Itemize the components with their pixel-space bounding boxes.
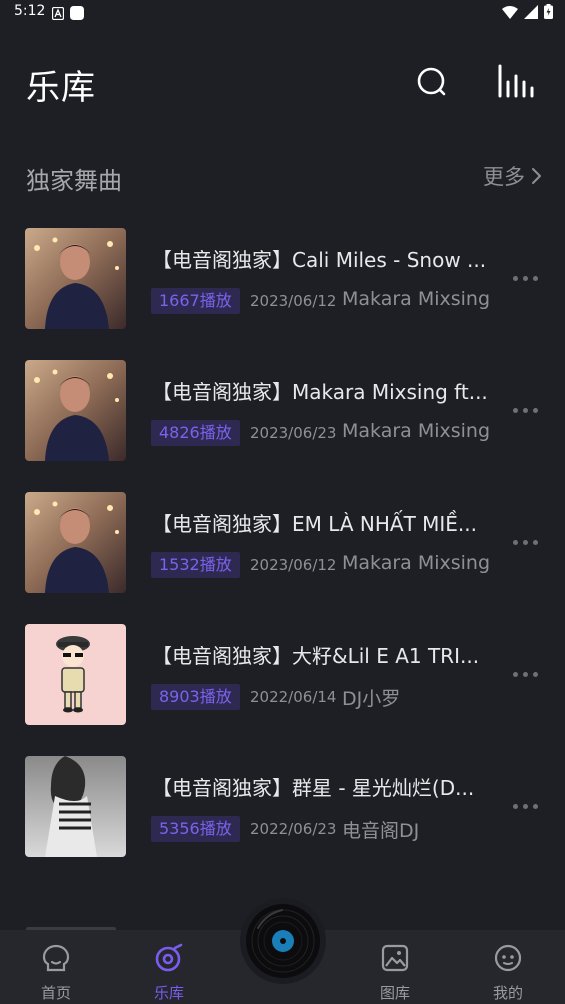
tab-gallery[interactable]: 图库 bbox=[355, 938, 435, 1002]
song-date: 2023/06/12 bbox=[250, 292, 337, 310]
vinyl-disc-icon bbox=[246, 904, 320, 978]
song-title: 【电音阁独家】Cali Miles - Snow ... bbox=[152, 248, 487, 272]
app-notification-icon bbox=[70, 5, 84, 24]
song-cover-image bbox=[25, 492, 126, 593]
dot bbox=[512, 407, 518, 413]
more-options-button[interactable] bbox=[505, 662, 545, 686]
dot bbox=[522, 539, 528, 545]
wifi-icon bbox=[502, 4, 518, 23]
song-cover-image bbox=[25, 360, 126, 461]
song-artist: DJ小罗 bbox=[342, 688, 401, 710]
music-library-icon bbox=[155, 943, 183, 972]
play-count-badge: 5356播放 bbox=[151, 816, 240, 842]
song-artist: 电音阁DJ bbox=[342, 820, 420, 842]
more-options-button[interactable] bbox=[505, 530, 545, 554]
song-date: 2023/06/12 bbox=[250, 556, 337, 574]
song-item[interactable]: 【电音阁独家】群星 - 星光灿烂(D... 5356播放 2022/06/23 … bbox=[0, 756, 565, 860]
song-cover-image bbox=[25, 228, 126, 329]
equalizer-icon bbox=[498, 64, 534, 98]
play-count-badge: 8903播放 bbox=[151, 684, 240, 710]
status-time: 5:12 bbox=[14, 3, 46, 19]
dot bbox=[522, 671, 528, 677]
play-count-badge: 1667播放 bbox=[151, 288, 240, 314]
song-date: 2023/06/23 bbox=[250, 424, 337, 442]
song-item[interactable]: 【电音阁独家】Cali Miles - Snow ... 1667播放 2023… bbox=[0, 228, 565, 332]
song-date: 2022/06/14 bbox=[250, 688, 337, 706]
search-button[interactable] bbox=[412, 62, 452, 102]
dot bbox=[522, 803, 528, 809]
more-label: 更多 bbox=[483, 165, 525, 189]
gallery-icon bbox=[381, 944, 409, 972]
song-title: 【电音阁独家】群星 - 星光灿烂(D... bbox=[152, 776, 475, 800]
status-bar: 5:12 bbox=[0, 0, 565, 24]
tab-home[interactable]: 首页 bbox=[16, 938, 96, 1002]
tab-library[interactable]: 乐库 bbox=[129, 938, 209, 1002]
equalizer-button[interactable] bbox=[494, 62, 534, 102]
section-header: 独家舞曲 更多 bbox=[0, 155, 565, 199]
home-icon bbox=[42, 944, 70, 972]
tab-label: 乐库 bbox=[153, 984, 184, 1002]
song-item[interactable]: 【电音阁独家】大籽&Lil E A1 TRI... 8903播放 2022/06… bbox=[0, 624, 565, 728]
header: 乐库 bbox=[0, 50, 565, 114]
dot bbox=[532, 539, 538, 545]
dot bbox=[532, 803, 538, 809]
dot bbox=[522, 407, 528, 413]
song-title: 【电音阁独家】EM LÀ NHẤT MIỀ... bbox=[152, 512, 478, 536]
song-title: 【电音阁独家】Makara Mixsing ft... bbox=[152, 380, 488, 404]
play-count-badge: 1532播放 bbox=[151, 552, 240, 578]
more-options-button[interactable] bbox=[505, 398, 545, 422]
song-artist: Makara Mixsing bbox=[342, 420, 491, 442]
dot bbox=[512, 671, 518, 677]
song-item[interactable]: 【电音阁独家】EM LÀ NHẤT MIỀ... 1532播放 2023/06/… bbox=[0, 492, 565, 596]
play-count-badge: 4826播放 bbox=[151, 420, 240, 446]
section-title: 独家舞曲 bbox=[26, 167, 122, 195]
song-title: 【电音阁独家】大籽&Lil E A1 TRI... bbox=[152, 644, 480, 668]
tab-label: 图库 bbox=[379, 984, 410, 1002]
signal-icon bbox=[524, 4, 538, 23]
dot bbox=[532, 275, 538, 281]
song-item[interactable]: 【电音阁独家】Makara Mixsing ft... 4826播放 2023/… bbox=[0, 360, 565, 464]
chevron-right-icon bbox=[532, 168, 541, 184]
profile-icon bbox=[494, 944, 522, 972]
dot bbox=[512, 539, 518, 545]
dot bbox=[532, 671, 538, 677]
dot bbox=[512, 803, 518, 809]
page-title: 乐库 bbox=[26, 68, 96, 108]
song-date: 2022/06/23 bbox=[250, 820, 337, 838]
notification-icon bbox=[51, 5, 65, 24]
battery-icon bbox=[544, 4, 553, 23]
now-playing-disc-button[interactable] bbox=[240, 898, 326, 984]
more-options-button[interactable] bbox=[505, 794, 545, 818]
song-cover-image bbox=[25, 756, 126, 857]
system-icons bbox=[502, 4, 553, 23]
dot bbox=[532, 407, 538, 413]
search-icon bbox=[417, 67, 446, 96]
song-artist: Makara Mixsing bbox=[342, 288, 491, 310]
dot bbox=[522, 275, 528, 281]
tab-profile[interactable]: 我的 bbox=[468, 938, 548, 1002]
next-section-peek bbox=[26, 918, 126, 933]
song-cover-image bbox=[25, 624, 126, 725]
more-options-button[interactable] bbox=[505, 266, 545, 290]
more-link[interactable]: 更多 bbox=[483, 161, 543, 191]
song-artist: Makara Mixsing bbox=[342, 552, 491, 574]
tab-label: 我的 bbox=[492, 984, 523, 1002]
tab-label: 首页 bbox=[40, 984, 71, 1002]
dot bbox=[512, 275, 518, 281]
